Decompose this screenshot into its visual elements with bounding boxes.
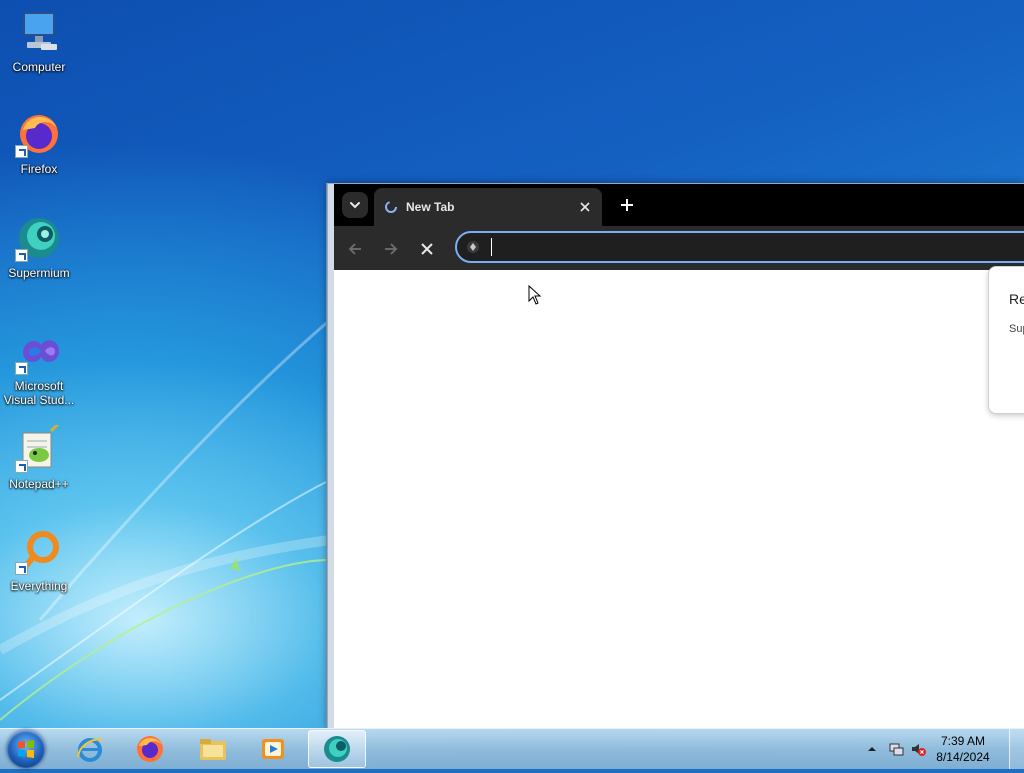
tab-new-tab[interactable]: New Tab [374, 188, 602, 226]
browser-window[interactable]: New Tab Re Su [327, 183, 1024, 729]
page-content[interactable] [334, 270, 1024, 729]
shortcut-arrow-icon [15, 249, 28, 262]
stop-loading-button[interactable] [414, 236, 440, 262]
popup-text: Sup [1009, 323, 1024, 335]
loading-spinner-icon [385, 201, 397, 213]
notepadpp-icon [15, 421, 63, 473]
desktop-icon-label: Notepad++ [9, 477, 69, 491]
notification-popup[interactable]: Re Sup [988, 266, 1024, 414]
firefox-icon [15, 110, 63, 158]
taskbar-internet-explorer[interactable] [62, 730, 118, 768]
taskbar-file-explorer[interactable] [185, 730, 241, 768]
firefox-icon [137, 736, 163, 762]
desktop-icon-computer[interactable]: Computer [1, 8, 77, 74]
desktop-icon-everything[interactable]: Everything [1, 527, 77, 593]
shortcut-arrow-icon [15, 362, 28, 375]
mouse-cursor-icon [528, 285, 542, 305]
arrow-left-icon [348, 243, 361, 255]
internet-explorer-icon [77, 738, 103, 762]
everything-search-icon [15, 527, 63, 575]
windows-logo-icon [18, 740, 34, 758]
tab-title: New Tab [406, 200, 455, 214]
network-icon[interactable] [888, 741, 904, 757]
chevron-down-icon [350, 202, 360, 209]
new-tab-button[interactable] [616, 194, 638, 216]
start-button[interactable] [7, 730, 45, 768]
tab-search-button[interactable] [342, 192, 368, 218]
taskbar: 7:39 AM 8/14/2024 [0, 728, 1024, 769]
folder-icon [200, 739, 226, 760]
clock-time: 7:39 AM [940, 734, 986, 748]
taskbar-firefox[interactable] [122, 730, 178, 768]
desktop-icon-notepadpp[interactable]: Notepad++ [1, 421, 77, 491]
tab-strip: New Tab [334, 184, 1024, 226]
desktop-icon-label: Everything [10, 579, 68, 593]
desktop-icon-supermium[interactable]: Supermium [1, 214, 77, 280]
desktop-icon-label: Firefox [20, 162, 58, 176]
show-desktop-button[interactable] [1009, 729, 1024, 769]
computer-icon [15, 8, 63, 56]
system-clock[interactable]: 7:39 AM 8/14/2024 [928, 733, 998, 765]
desktop-icon-firefox[interactable]: Firefox [1, 110, 77, 176]
media-player-icon [262, 739, 284, 759]
shortcut-arrow-icon [15, 562, 28, 575]
system-tray: 7:39 AM 8/14/2024 [854, 729, 1024, 769]
popup-title: Re [1009, 291, 1024, 307]
back-button[interactable] [342, 236, 368, 262]
volume-muted-icon[interactable] [910, 741, 926, 757]
arrow-right-icon [385, 243, 398, 255]
desktop-icon-label: Microsoft Visual Stud... [3, 379, 75, 407]
text-caret [491, 238, 492, 256]
supermium-icon [324, 736, 350, 762]
site-info-icon [467, 241, 479, 253]
address-bar[interactable] [455, 231, 1024, 263]
forward-button[interactable] [378, 236, 404, 262]
supermium-icon [15, 214, 63, 262]
address-input[interactable] [485, 236, 1024, 260]
tab-close-button[interactable] [576, 198, 594, 216]
visual-studio-icon [15, 327, 63, 375]
close-icon [580, 202, 590, 212]
close-icon [421, 243, 433, 255]
desktop-icon-label: Supermium [8, 266, 70, 280]
plus-icon [621, 199, 633, 211]
shortcut-arrow-icon [15, 145, 28, 158]
browser-toolbar [334, 226, 1024, 270]
taskbar-supermium[interactable] [308, 730, 366, 768]
desktop-icon-label: Computer [12, 60, 66, 74]
desktop-icon-visual-studio[interactable]: Microsoft Visual Stud... [1, 327, 77, 407]
shortcut-arrow-icon [15, 460, 28, 473]
show-hidden-icons-chevron-icon[interactable] [864, 741, 880, 757]
clock-date: 8/14/2024 [936, 750, 990, 764]
taskbar-media-player[interactable] [245, 730, 301, 768]
